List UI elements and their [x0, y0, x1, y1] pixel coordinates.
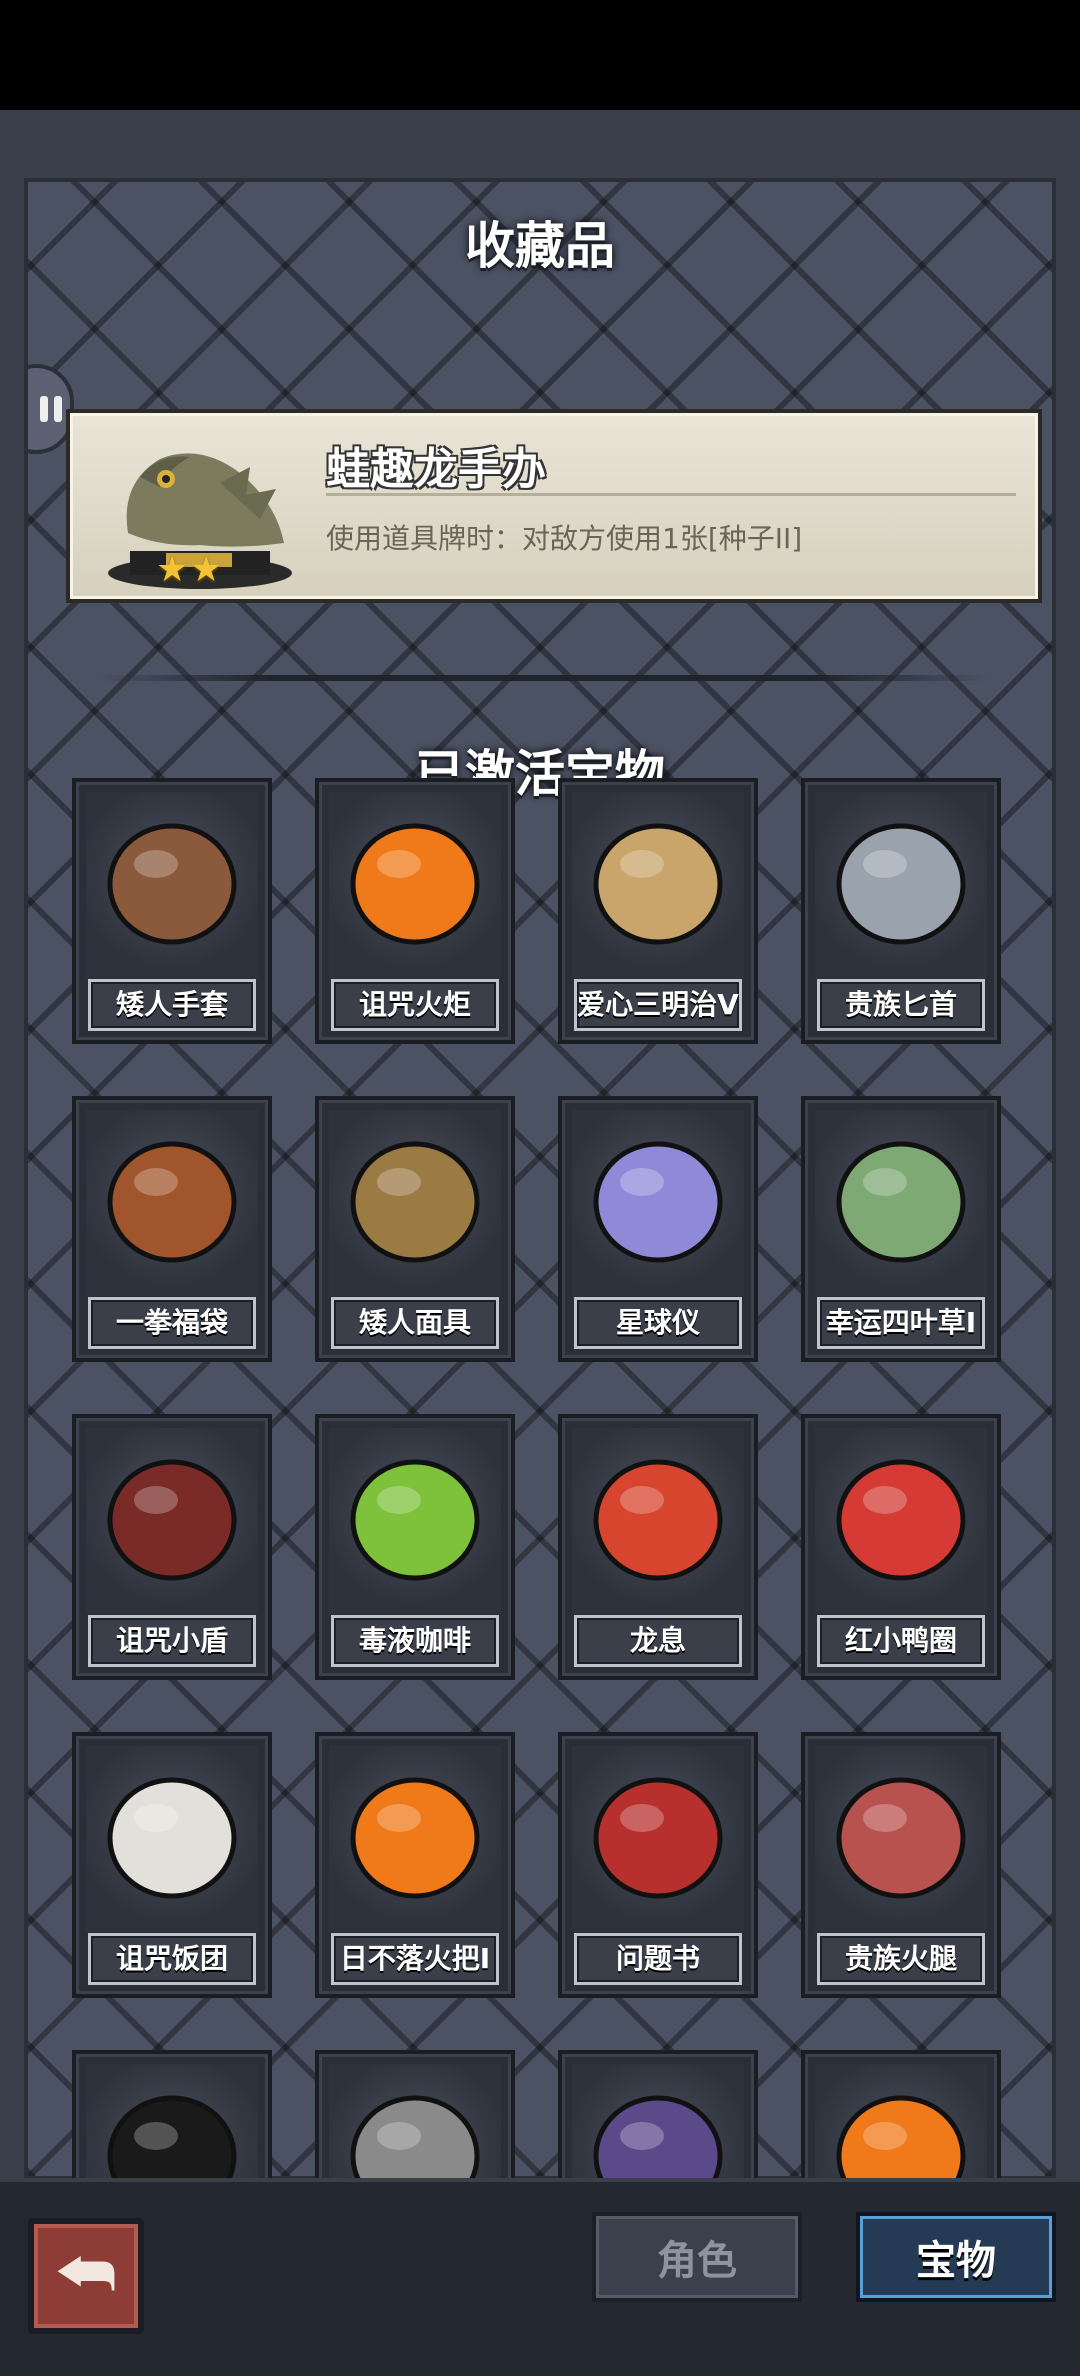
treasure-label: 诅咒小盾	[88, 1615, 256, 1667]
featured-collectible-card[interactable]: ★ ★ 蛙趣龙手办 使用道具牌时：对敌方使用1张[种子II]	[66, 409, 1042, 603]
treasure-slot[interactable]: 龙息	[558, 1414, 758, 1680]
treasure-slot[interactable]: 问题书	[558, 1732, 758, 1998]
fist-lucky-bag-icon	[86, 1110, 258, 1296]
dwarf-gauntlet-icon	[86, 792, 258, 978]
treasure-slot[interactable]	[315, 2050, 515, 2190]
noble-ham-icon	[815, 1746, 987, 1932]
back-button[interactable]: ⮪	[28, 2218, 144, 2334]
orrery-icon	[572, 1110, 744, 1296]
treasure-slot[interactable]: 诅咒小盾	[72, 1414, 272, 1680]
treasure-label: 毒液咖啡	[331, 1615, 499, 1667]
venom-coffee-icon	[329, 1428, 501, 1614]
treasure-label: 诅咒饭团	[88, 1933, 256, 1985]
question-book-icon	[572, 1746, 744, 1932]
collection-title: 收藏品	[465, 217, 615, 275]
dragon-breath-heart-icon	[572, 1428, 744, 1614]
treasure-slot[interactable]	[558, 2050, 758, 2190]
fire-log-icon	[815, 2064, 987, 2186]
treasure-slot[interactable]: 贵族火腿	[801, 1732, 1001, 1998]
treasure-label: 问题书	[574, 1933, 742, 1985]
spell-book-icon	[572, 2064, 744, 2186]
four-leaf-clover-icon	[815, 1110, 987, 1296]
treasure-label: 一拳福袋	[88, 1297, 256, 1349]
tab-role[interactable]: 角色	[592, 2212, 802, 2302]
treasure-slot[interactable]: 毒液咖啡	[315, 1414, 515, 1680]
treasure-slot[interactable]: 诅咒火炬	[315, 778, 515, 1044]
treasure-slot[interactable]	[801, 2050, 1001, 2190]
treasure-slot[interactable]: 星球仪	[558, 1096, 758, 1362]
treasure-slot[interactable]: 诅咒饭团	[72, 1732, 272, 1998]
treasure-slot[interactable]: 幸运四叶草I	[801, 1096, 1001, 1362]
rarity-star-icon: ★	[190, 549, 223, 590]
sunglasses-icon	[86, 2064, 258, 2186]
treasure-label: 日不落火把I	[331, 1933, 499, 1985]
treasure-label: 红小鸭圈	[817, 1615, 985, 1667]
heart-sandwich-icon	[572, 792, 744, 978]
treasure-slot[interactable]: 红小鸭圈	[801, 1414, 1001, 1680]
cursed-shield-icon	[86, 1428, 258, 1614]
collection-screen: 收藏品 ★ ★ 蛙趣龙手办 使用道具牌时：对敌方使用1张[种子II] 已激活宝物…	[0, 110, 1080, 2210]
status-bar	[0, 0, 1080, 110]
treasure-slot[interactable]: 贵族匕首	[801, 778, 1001, 1044]
section-divider	[98, 675, 990, 681]
treasure-label: 诅咒火炬	[331, 979, 499, 1031]
noble-dagger-icon	[815, 792, 987, 978]
treasure-slot[interactable]: 矮人面具	[315, 1096, 515, 1362]
tab-treasure[interactable]: 宝物	[856, 2212, 1056, 2302]
treasure-label: 爱心三明治V	[574, 979, 742, 1031]
collectible-description: 使用道具牌时：对敌方使用1张[种子II]	[326, 522, 803, 555]
card-divider	[326, 493, 1016, 496]
treasure-slot[interactable]: 爱心三明治V	[558, 778, 758, 1044]
collectible-name: 蛙趣龙手办	[326, 444, 546, 495]
rarity-star-icon: ★	[156, 549, 189, 590]
bottom-bar: ⮪ 角色 宝物	[0, 2178, 1080, 2376]
treasure-label: 星球仪	[574, 1297, 742, 1349]
pause-bar-icon	[40, 396, 48, 422]
treasure-label: 贵族火腿	[817, 1933, 985, 1985]
eternal-torch-icon	[329, 1746, 501, 1932]
pause-bar-icon	[54, 396, 62, 422]
armor-icon	[329, 2064, 501, 2186]
treasure-label: 幸运四叶草I	[817, 1297, 985, 1349]
treasure-label: 矮人手套	[88, 979, 256, 1031]
treasure-label: 龙息	[574, 1615, 742, 1667]
cursed-torch-icon	[329, 792, 501, 978]
treasure-slot[interactable]: 矮人手套	[72, 778, 272, 1044]
dwarf-mask-icon	[329, 1110, 501, 1296]
treasure-slot[interactable]: 日不落火把I	[315, 1732, 515, 1998]
treasure-label: 矮人面具	[331, 1297, 499, 1349]
treasure-label: 贵族匕首	[817, 979, 985, 1031]
treasure-slot[interactable]: 一拳福袋	[72, 1096, 272, 1362]
treasure-slot[interactable]	[72, 2050, 272, 2190]
red-duck-ring-icon	[815, 1428, 987, 1614]
cursed-rice-ball-icon	[86, 1746, 258, 1932]
